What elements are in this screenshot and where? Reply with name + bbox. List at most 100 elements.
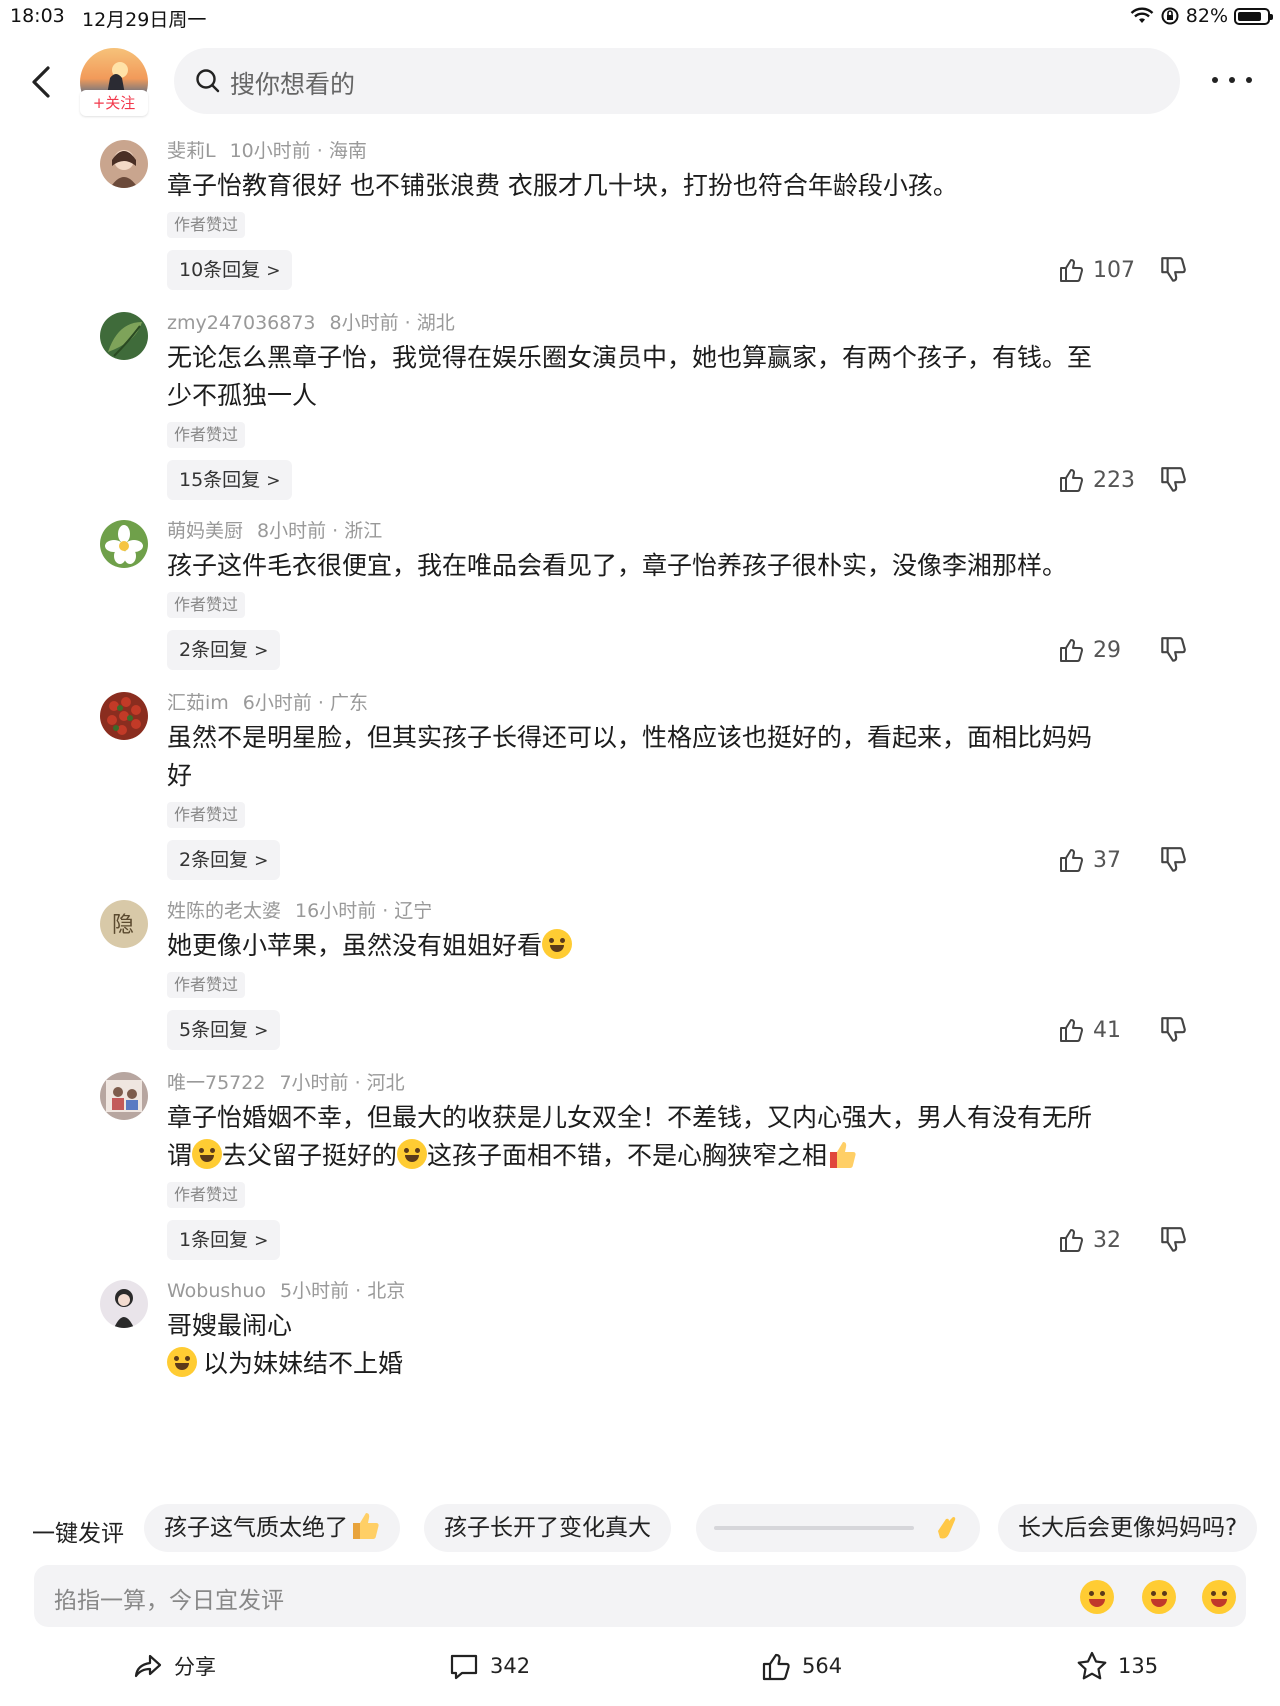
like-button[interactable]: 223 <box>1057 464 1135 496</box>
follow-button[interactable]: +关注 <box>80 90 148 116</box>
commenter-avatar[interactable] <box>100 692 148 740</box>
comment-input[interactable]: 掐指一算，今日宜发评 <box>34 1565 1246 1627</box>
comment-time-location: 5小时前 · 北京 <box>280 1280 406 1302</box>
quick-comment-chip[interactable]: 孩子长开了变化真大 <box>424 1504 671 1552</box>
commenter-name[interactable]: 姓陈的老太婆 <box>167 900 281 922</box>
laughing-crying-emoji-icon <box>192 1139 223 1169</box>
quick-comment-chip[interactable]: 孩子这气质太绝了 <box>144 1504 400 1552</box>
thumbs-up-icon <box>1060 1019 1083 1042</box>
thumbs-up-icon <box>1060 639 1083 662</box>
comment-time-location: 16小时前 · 辽宁 <box>295 900 433 922</box>
commenter-avatar[interactable] <box>100 1280 148 1328</box>
heart-eyes-emoji-button[interactable] <box>1142 1580 1176 1614</box>
comment-text-part: 这孩子面相不错，不是心胸狭窄之相 <box>427 1141 828 1170</box>
thumbs-down-icon[interactable] <box>1158 465 1188 495</box>
like-button[interactable]: 32 <box>1057 1224 1121 1256</box>
loading-shimmer <box>714 1526 914 1530</box>
comment-text-line: 少不孤独一人 <box>167 381 318 410</box>
comment-time-location: 6小时前 · 广东 <box>242 692 369 714</box>
commenter-avatar[interactable] <box>100 520 148 568</box>
like-button[interactable]: 29 <box>1057 634 1121 666</box>
thumbs-down-icon[interactable] <box>1158 635 1188 665</box>
like-button[interactable]: 107 <box>1057 254 1135 286</box>
thumbs-down-icon[interactable] <box>1158 255 1188 285</box>
view-replies-button[interactable]: 5条回复 > <box>167 1010 281 1050</box>
favorite-button[interactable]: 135 <box>1076 1650 1158 1682</box>
battery-percent: 82% <box>1185 5 1228 27</box>
commenter-name[interactable]: 萌妈美厨 <box>167 520 243 542</box>
like-post-button[interactable]: 564 <box>760 1650 842 1682</box>
search-bar[interactable]: 搜你想看的 <box>174 48 1180 114</box>
thumbs-up-icon <box>1060 1229 1083 1252</box>
comment-item: zmy247036873 8小时前 · 湖北 无论怎么黑章子怡，我觉得在娱乐圈女演… <box>0 306 1280 514</box>
replies-count: 2条回复 <box>179 849 249 871</box>
view-replies-button[interactable]: 10条回复 > <box>167 250 293 290</box>
comment-text-part: 以为妹妹结不上婚 <box>203 1349 404 1378</box>
status-bar: 18:03 12月29日周一 82% <box>0 0 1280 34</box>
back-arrow-icon[interactable] <box>26 62 56 102</box>
comment-item: 斐莉L 10小时前 · 海南 章子怡教育很好 也不铺张浪费 衣服才几十块，打扮也符… <box>0 134 1280 306</box>
thumbs-up-icon <box>1060 469 1083 492</box>
laughing-crying-emoji-button[interactable] <box>1080 1580 1114 1614</box>
grinning-emoji-icon <box>397 1139 428 1169</box>
commenter-name[interactable]: Wobushuo <box>167 1280 266 1302</box>
grinning-emoji-button[interactable] <box>1202 1580 1236 1614</box>
like-count: 32 <box>1093 1227 1121 1253</box>
comment-text-line: 章子怡婚姻不幸，但最大的收获是儿女双全！不差钱，又内心强大，男人有没有无所 <box>167 1103 1093 1132</box>
quick-comment-chip[interactable]: 长大后会更像妈妈吗? <box>998 1504 1258 1552</box>
thumbs-up-emoji-icon <box>830 1142 856 1168</box>
share-button[interactable]: 分享 <box>132 1650 216 1682</box>
comment-item: Wobushuo 5小时前 · 北京 哥嫂最闹心 以为妹妹结不上婚 <box>0 1274 1280 1404</box>
star-icon <box>1077 1651 1107 1680</box>
like-button[interactable]: 41 <box>1057 1014 1121 1046</box>
commenter-avatar[interactable] <box>100 1072 148 1120</box>
search-icon <box>196 69 220 93</box>
comment-text-line: 哥嫂最闹心 <box>167 1311 293 1340</box>
post-like-count: 564 <box>802 1654 843 1678</box>
thumbs-down-icon[interactable] <box>1158 1015 1188 1045</box>
like-count: 107 <box>1093 257 1135 283</box>
like-count: 41 <box>1093 1017 1121 1043</box>
author-liked-badge: 作者赞过 <box>167 212 246 238</box>
commenter-name[interactable]: 斐莉L <box>167 140 216 162</box>
author-liked-badge: 作者赞过 <box>167 1182 246 1208</box>
view-replies-button[interactable]: 2条回复 > <box>167 840 281 880</box>
thumbs-down-icon[interactable] <box>1158 845 1188 875</box>
teary-emoji-icon <box>167 1347 197 1377</box>
commenter-name[interactable]: 唯一75722 <box>167 1072 265 1094</box>
status-right: 82% <box>1130 5 1273 27</box>
share-icon <box>134 1654 162 1678</box>
author-liked-badge: 作者赞过 <box>167 802 246 828</box>
quick-comment-label: 一键发评 <box>32 1521 124 1547</box>
thumbs-down-icon[interactable] <box>1158 1225 1188 1255</box>
view-replies-button[interactable]: 2条回复 > <box>167 630 281 670</box>
comment-time-location: 7小时前 · 河北 <box>279 1072 405 1094</box>
author-liked-badge: 作者赞过 <box>167 592 246 618</box>
view-replies-button[interactable]: 1条回复 > <box>167 1220 281 1260</box>
author-liked-badge: 作者赞过 <box>167 422 246 448</box>
comment-input-placeholder: 掐指一算，今日宜发评 <box>54 1588 284 1614</box>
comment-text-part: 去父留子挺好的 <box>222 1141 398 1170</box>
bottom-action-bar: 分享 342 564 135 <box>0 1642 1280 1692</box>
commenter-avatar[interactable] <box>100 312 148 360</box>
quick-comment-chip-loading[interactable] <box>696 1504 980 1552</box>
comments-button[interactable]: 342 <box>448 1650 530 1682</box>
wifi-icon <box>1130 7 1154 23</box>
comment-count: 342 <box>490 1654 531 1678</box>
like-count: 29 <box>1093 637 1121 663</box>
commenter-avatar[interactable] <box>100 140 148 188</box>
commenter-name[interactable]: zmy247036873 <box>167 312 316 334</box>
like-button[interactable]: 37 <box>1057 844 1121 876</box>
replies-count: 5条回复 <box>179 1019 249 1041</box>
quick-comment-bar: 一键发评 孩子这气质太绝了 孩子长开了变化真大 长大后会更像妈妈吗? <box>0 1504 1280 1554</box>
view-replies-button[interactable]: 15条回复 > <box>167 460 293 500</box>
status-time: 18:03 <box>10 5 65 27</box>
commenter-name[interactable]: 汇茹im <box>167 692 229 714</box>
comment-item: 唯一75722 7小时前 · 河北 章子怡婚姻不幸，但最大的收获是儿女双全！不差钱… <box>0 1066 1280 1274</box>
thumbs-up-icon <box>1060 259 1083 282</box>
favorite-count: 135 <box>1118 1654 1159 1678</box>
more-options-icon[interactable] <box>1212 66 1252 94</box>
search-placeholder: 搜你想看的 <box>230 70 356 99</box>
comment-item: 萌妈美厨 8小时前 · 浙江 孩子这件毛衣很便宜，我在唯品会看见了，章子怡养孩子很… <box>0 514 1280 686</box>
commenter-avatar[interactable]: 隐 <box>100 900 148 948</box>
